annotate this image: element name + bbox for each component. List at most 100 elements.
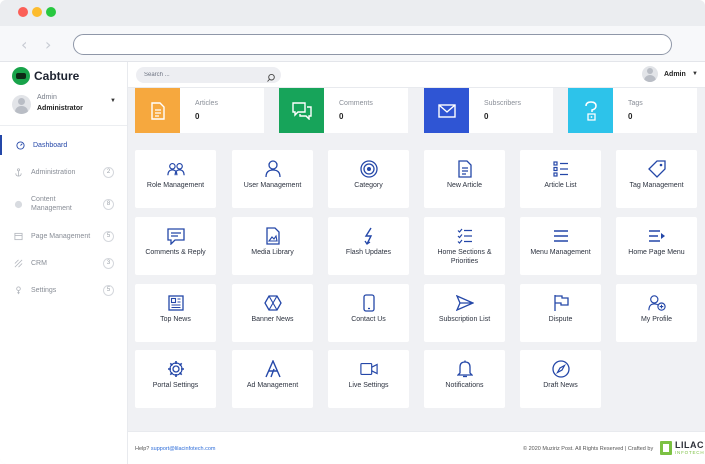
stat-label: Subscribers (484, 100, 521, 107)
profile-name: Admin (37, 94, 57, 101)
support-email-link[interactable]: support@lilacinfotech.com (151, 446, 216, 452)
menu-arrow-icon (648, 227, 666, 245)
tile-user-management[interactable]: User Management (232, 150, 313, 208)
tile-banner-news[interactable]: Banner News (232, 284, 313, 342)
gear-icon (167, 360, 185, 378)
sidebar-item-label: Settings (31, 286, 57, 294)
stat-value: 0 (628, 112, 633, 121)
caret-down-icon[interactable]: ▼ (110, 98, 116, 104)
sidebar-item-settings[interactable]: Settings 5 (0, 280, 127, 300)
stat-card-articles[interactable]: Articles 0 (135, 88, 264, 133)
video-icon (359, 360, 378, 378)
settings-icon (14, 285, 23, 295)
banner-icon (263, 294, 282, 312)
maker-name[interactable]: LILAC (675, 440, 704, 450)
back-icon[interactable]: ‹ (21, 35, 27, 54)
brand-logo[interactable]: Cabture (12, 66, 79, 86)
lilac-logo-icon[interactable] (660, 441, 672, 455)
caret-down-icon[interactable]: ▼ (692, 71, 698, 77)
sidebar-item-label: CRM (31, 259, 47, 267)
search-box (136, 67, 281, 83)
tile-dispute[interactable]: Dispute (520, 284, 601, 342)
list-icon (552, 160, 570, 178)
url-input[interactable] (73, 34, 672, 55)
tile-subscription-list[interactable]: Subscription List (424, 284, 505, 342)
tile-tag-management[interactable]: Tag Management (616, 150, 697, 208)
sidebar-item-content-management[interactable]: Content Management 8 (0, 189, 127, 219)
tile-label: Top News (160, 316, 191, 323)
compass-icon (551, 360, 570, 378)
send-icon (455, 294, 474, 312)
tile-notifications[interactable]: Notifications (424, 350, 505, 408)
tile-label: Notifications (445, 382, 484, 389)
maker-subtitle: INFOTECH (675, 450, 705, 455)
brand-name: Cabture (34, 69, 80, 83)
tile-draft-news[interactable]: Draft News (520, 350, 601, 408)
tile-home-page-menu[interactable]: Home Page Menu (616, 217, 697, 275)
tile-label: Flash Updates (345, 249, 392, 256)
count-badge: 3 (103, 257, 114, 269)
count-badge: 2 (103, 166, 114, 178)
image-icon (264, 227, 282, 245)
dashboard-icon (16, 140, 25, 150)
tile-media-library[interactable]: Media Library (232, 217, 313, 275)
sidebar-item-administration[interactable]: Administration 2 (0, 162, 127, 182)
tile-role-management[interactable]: Role Management (135, 150, 216, 208)
tile-flash-updates[interactable]: Flash Updates (328, 217, 409, 275)
target-icon (359, 160, 378, 178)
avatar (12, 95, 31, 114)
profile-role: Administrator (37, 105, 83, 112)
sidebar-item-label: Administration (31, 168, 76, 176)
sidebar-item-label: Page Management (31, 232, 91, 240)
tile-label: My Profile (640, 316, 673, 323)
phone-icon (360, 294, 378, 312)
search-icon[interactable] (266, 70, 276, 82)
stat-label: Tags (628, 100, 643, 107)
tile-home-sections[interactable]: Home Sections & Priorities (424, 217, 505, 275)
help-text: Help? support@lilacinfotech.com (135, 446, 216, 452)
crm-icon (14, 259, 23, 268)
close-window-button[interactable] (18, 7, 28, 17)
anchor-icon (14, 167, 23, 177)
sidebar-item-dashboard[interactable]: Dashboard (0, 135, 127, 155)
maximize-window-button[interactable] (46, 7, 56, 17)
sidebar-item-page-management[interactable]: Page Management 5 (0, 226, 127, 246)
tile-comments-reply[interactable]: Comments & Reply (135, 217, 216, 275)
tile-label: New Article (446, 182, 482, 189)
stat-value: 0 (484, 112, 489, 121)
stat-card-comments[interactable]: Comments 0 (279, 88, 408, 133)
user-avatar[interactable] (642, 66, 658, 82)
tile-ad-management[interactable]: Ad Management (232, 350, 313, 408)
tile-article-list[interactable]: Article List (520, 150, 601, 208)
newspaper-icon (167, 294, 185, 312)
tile-label: Dispute (548, 316, 573, 323)
search-input[interactable] (144, 70, 254, 80)
sidebar-item-crm[interactable]: CRM 3 (0, 253, 127, 273)
page-icon (14, 232, 23, 241)
forward-icon[interactable]: › (45, 35, 51, 54)
tile-menu-management[interactable]: Menu Management (520, 217, 601, 275)
tile-top-news[interactable]: Top News (135, 284, 216, 342)
comment-icon (166, 227, 185, 245)
tile-contact-us[interactable]: Contact Us (328, 284, 409, 342)
user-menu-label[interactable]: Admin (664, 71, 686, 78)
bell-icon (456, 360, 474, 378)
stat-card-tags[interactable]: Tags 0 (568, 88, 697, 133)
tile-portal-settings[interactable]: Portal Settings (135, 350, 216, 408)
document-icon (456, 160, 474, 178)
tile-label: Category (354, 182, 383, 189)
tile-category[interactable]: Category (328, 150, 409, 208)
minimize-window-button[interactable] (32, 7, 42, 17)
lightning-icon (360, 227, 378, 245)
tile-live-settings[interactable]: Live Settings (328, 350, 409, 408)
stat-label: Articles (195, 100, 218, 107)
address-bar: ‹ › (0, 26, 705, 62)
tile-new-article[interactable]: New Article (424, 150, 505, 208)
tile-label: Banner News (251, 316, 294, 323)
tag-icon (647, 160, 666, 178)
document-icon (135, 88, 180, 133)
stat-card-subscribers[interactable]: Subscribers 0 (424, 88, 553, 133)
tile-my-profile[interactable]: My Profile (616, 284, 697, 342)
profile-panel[interactable]: Admin Administrator ▼ (0, 89, 127, 126)
flag-icon (552, 294, 570, 312)
